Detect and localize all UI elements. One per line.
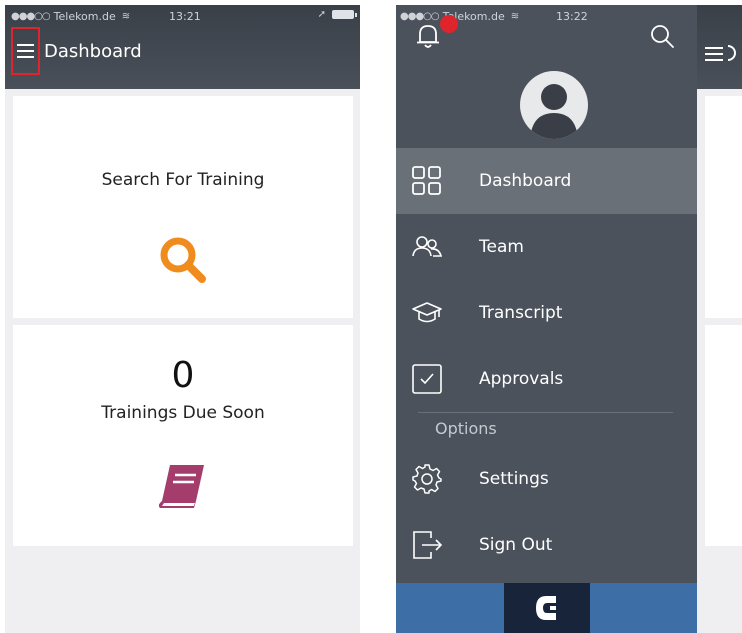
menu-item-settings[interactable]: Settings: [396, 446, 697, 512]
screenshot-root: ●●●○○ Telekom.de ≋ 13:21 ➚ Dashboard Sea…: [0, 0, 742, 633]
menu-item-sign-out[interactable]: Sign Out: [396, 512, 697, 578]
hamburger-icon: [17, 44, 34, 58]
menu-item-label: Approvals: [479, 369, 564, 389]
menu-item-team[interactable]: Team: [396, 214, 697, 280]
search-icon[interactable]: [649, 23, 675, 53]
search-icon: [157, 234, 209, 290]
status-bar: ●●●○○ Telekom.de ≋ 13:21: [11, 8, 201, 24]
signal-icon: ●●●○○: [400, 10, 440, 22]
menu-divider: [418, 412, 673, 413]
wifi-icon: ≋: [510, 10, 520, 22]
search-training-label: Search For Training: [101, 170, 265, 190]
background-card: [705, 96, 742, 318]
dashboard-screen: ●●●○○ Telekom.de ≋ 13:21 ➚ Dashboard Sea…: [5, 5, 360, 633]
carrier-label: Telekom.de: [53, 9, 116, 23]
status-time: 13:22: [556, 9, 588, 23]
menu-item-transcript[interactable]: Transcript: [396, 280, 697, 346]
wifi-icon: ≋: [121, 10, 131, 22]
trainings-due-card[interactable]: 0 Trainings Due Soon: [13, 325, 353, 546]
avatar[interactable]: [520, 71, 588, 139]
background-hamburger-icon: [705, 47, 723, 61]
notification-badge: [440, 15, 458, 33]
brand-logo-icon: [504, 583, 590, 633]
menu-item-label: Team: [479, 237, 524, 257]
battery-icon: [332, 10, 357, 19]
bell-icon[interactable]: [416, 23, 440, 53]
background-top-bar: [697, 5, 742, 89]
menu-item-approvals[interactable]: Approvals: [396, 346, 697, 412]
location-icon: ➚: [317, 9, 326, 20]
checkbox-icon: [411, 363, 443, 395]
menu-screen: ●●●○○ Telekom.de ≋ 13:22 Dashboard Team …: [396, 5, 742, 633]
page-title: Dashboard: [44, 41, 142, 62]
menu-item-label: Settings: [479, 469, 549, 489]
menu-item-dashboard[interactable]: Dashboard: [396, 148, 697, 214]
gear-icon: [411, 463, 443, 495]
drawer-footer: [396, 583, 697, 633]
background-title-fragment: [728, 45, 736, 61]
graduation-cap-icon: [411, 297, 443, 329]
status-right: ➚: [317, 9, 357, 20]
grid-icon: [411, 165, 443, 197]
trainings-due-count: 0: [171, 355, 195, 396]
menu-item-label: Sign Out: [479, 535, 553, 555]
status-time: 13:21: [169, 9, 201, 23]
menu-item-label: Transcript: [479, 303, 563, 323]
sign-out-icon: [411, 529, 443, 561]
search-training-card[interactable]: Search For Training: [13, 96, 353, 318]
background-dashboard: [697, 5, 742, 633]
book-icon: [156, 461, 210, 515]
navigation-drawer: ●●●○○ Telekom.de ≋ 13:22 Dashboard Team …: [396, 5, 697, 633]
status-bar: ●●●○○ Telekom.de ≋ 13:22: [400, 8, 588, 24]
signal-icon: ●●●○○: [11, 10, 51, 22]
top-bar: ●●●○○ Telekom.de ≋ 13:21 ➚ Dashboard: [5, 5, 360, 89]
trainings-due-label: Trainings Due Soon: [101, 403, 265, 423]
background-card: [705, 325, 742, 546]
team-icon: [411, 231, 443, 263]
menu-button[interactable]: [11, 27, 40, 75]
menu-item-label: Dashboard: [479, 171, 572, 191]
options-section-label: Options: [435, 419, 497, 438]
